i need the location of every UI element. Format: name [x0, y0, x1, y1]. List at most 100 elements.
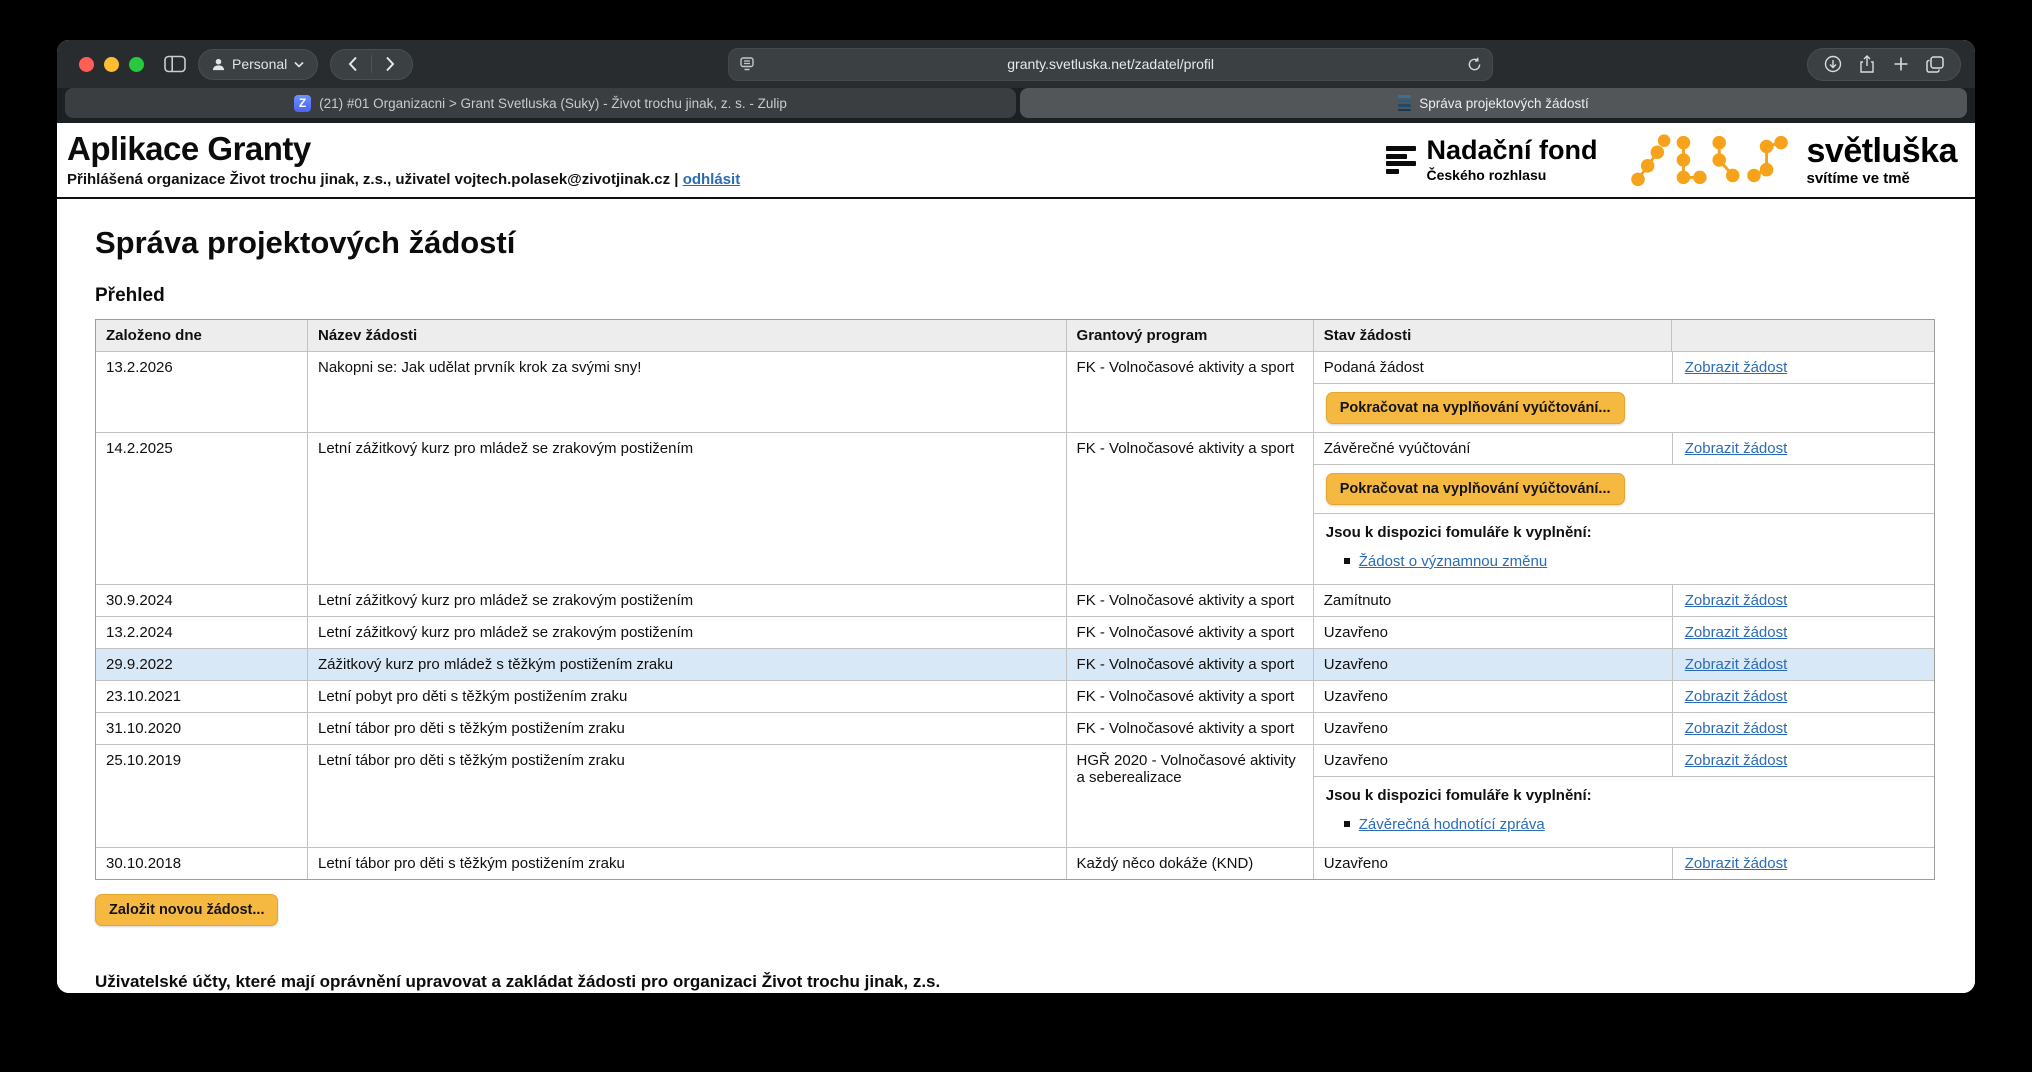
- list-favicon: [1398, 95, 1411, 111]
- form-link[interactable]: Žádost o významnou změnu: [1359, 553, 1547, 570]
- request-date: 25.10.2019: [96, 745, 307, 847]
- tab-overview-icon[interactable]: [1918, 50, 1952, 78]
- zoom-window-button[interactable]: [129, 57, 144, 72]
- request-date: 31.10.2020: [96, 713, 307, 744]
- request-date: 29.9.2022: [96, 649, 307, 680]
- view-request-link[interactable]: Zobrazit žádost: [1685, 688, 1788, 705]
- forms-available-label: Jsou k dispozici fomuláře k vyplnění:: [1326, 524, 1922, 541]
- view-request-cell: Zobrazit žádost: [1672, 617, 1934, 648]
- request-status: Uzavřeno: [1314, 617, 1672, 648]
- request-name: Letní zážitkový kurz pro mládež se zrako…: [307, 585, 1066, 616]
- request-status: Zamítnuto: [1314, 585, 1672, 616]
- address-bar[interactable]: granty.svetluska.net/zadatel/profil: [728, 48, 1493, 81]
- page-settings-icon[interactable]: [739, 57, 755, 71]
- overview-table-body: 13.2.2026Nakopni se: Jak udělat prvník k…: [96, 351, 1934, 879]
- available-forms-row: Jsou k dispozici fomuláře k vyplnění: Záv…: [1314, 776, 1934, 847]
- view-request-cell: Zobrazit žádost: [1672, 745, 1934, 776]
- table-row: 13.2.2024Letní zážitkový kurz pro mládež…: [96, 616, 1934, 648]
- form-link[interactable]: Závěrečná hodnotící zpráva: [1359, 816, 1545, 833]
- table-row: 14.2.2025Letní zážitkový kurz pro mládež…: [96, 432, 1934, 584]
- view-request-cell: Zobrazit žádost: [1672, 713, 1934, 744]
- tab-title: Správa projektových žádostí: [1419, 96, 1589, 111]
- table-row: 29.9.2022Zážitkový kurz pro mládež s těž…: [96, 648, 1934, 680]
- request-status-area: UzavřenoZobrazit žádost: [1313, 713, 1934, 744]
- column-header: Stav žádosti: [1313, 320, 1672, 351]
- request-status: Podaná žádost: [1314, 352, 1672, 383]
- status-line: UzavřenoZobrazit žádost: [1314, 681, 1934, 712]
- close-window-button[interactable]: [79, 57, 94, 72]
- request-status-area: UzavřenoZobrazit žádost: [1313, 681, 1934, 712]
- nadacni-fond-title: Nadační fond: [1426, 137, 1597, 164]
- view-request-link[interactable]: Zobrazit žádost: [1685, 440, 1788, 457]
- request-status: Uzavřeno: [1314, 745, 1672, 776]
- status-line: Uzavřeno Zobrazit žádost: [1314, 617, 1934, 648]
- logout-link[interactable]: odhlásit: [683, 171, 741, 188]
- svetluska-logo: světluška svítíme ve tmě: [1628, 131, 1958, 189]
- view-request-link[interactable]: Zobrazit žádost: [1685, 592, 1788, 609]
- profile-switcher[interactable]: Personal: [198, 49, 318, 80]
- back-button[interactable]: [337, 51, 369, 77]
- view-request-link[interactable]: Zobrazit žádost: [1685, 720, 1788, 737]
- tab-zulip[interactable]: Z (21) #01 Organizacni > Grant Svetluska…: [65, 88, 1016, 118]
- request-name: Zážitkový kurz pro mládež s těžkým posti…: [307, 649, 1066, 680]
- request-date: 14.2.2025: [96, 433, 307, 584]
- view-request-link[interactable]: Zobrazit žádost: [1685, 855, 1788, 872]
- request-name: Letní tábor pro děti s těžkým postižením…: [307, 848, 1066, 879]
- view-request-cell: Zobrazit žádost: [1672, 681, 1934, 712]
- status-line: Uzavřeno Zobrazit žádost: [1314, 649, 1934, 680]
- request-program: Každý něco dokáže (KND): [1066, 848, 1313, 879]
- browser-window: Personal granty.svetluska.net/zadatel/pr…: [57, 40, 1975, 993]
- minimize-window-button[interactable]: [104, 57, 119, 72]
- tab-sprava-zadosti[interactable]: Správa projektových žádostí: [1020, 88, 1967, 118]
- sidebar-icon[interactable]: [164, 55, 186, 73]
- request-status: Uzavřeno: [1314, 649, 1672, 680]
- forms-available-label: Jsou k dispozici fomuláře k vyplnění:: [1326, 787, 1922, 804]
- column-header: Název žádosti: [307, 320, 1066, 351]
- request-status: Závěrečné vyúčtování: [1314, 433, 1672, 464]
- accounts-heading: Uživatelské účty, které mají oprávnění u…: [95, 972, 1935, 992]
- new-request-button[interactable]: Založit novou žádost...: [95, 894, 278, 926]
- view-request-cell: Zobrazit žádost: [1672, 848, 1934, 879]
- downloads-icon[interactable]: [1816, 50, 1850, 78]
- nadacni-fond-logo: Nadační fond Českého rozhlasu: [1386, 137, 1597, 183]
- request-program: FK - Volnočasové aktivity a sport: [1066, 433, 1313, 584]
- svetluska-subtitle: svítíme ve tmě: [1807, 170, 1958, 187]
- nav-divider: [371, 55, 372, 73]
- request-status: Uzavřeno: [1314, 848, 1672, 879]
- table-row: 23.10.2021Letní pobyt pro děti s těžkým …: [96, 680, 1934, 712]
- continue-accounting-button[interactable]: Pokračovat na vyplňování vyúčtování...: [1326, 473, 1625, 505]
- new-tab-icon[interactable]: [1884, 50, 1918, 78]
- request-status-area: Uzavřeno Zobrazit žádost: [1313, 649, 1934, 680]
- app-header: Aplikace Granty Přihlášená organizace Ži…: [57, 123, 1975, 199]
- view-request-link[interactable]: Zobrazit žádost: [1685, 624, 1788, 641]
- request-program: FK - Volnočasové aktivity a sport: [1066, 681, 1313, 712]
- forward-button[interactable]: [374, 51, 406, 77]
- url-text: granty.svetluska.net/zadatel/profil: [755, 56, 1467, 72]
- overview-table: Založeno dne Název žádosti Grantový prog…: [95, 319, 1935, 880]
- request-status-area: Závěrečné vyúčtování Zobrazit žádost Pokra…: [1313, 433, 1934, 584]
- browser-toolbar: Personal granty.svetluska.net/zadatel/pr…: [57, 40, 1975, 88]
- request-name: Letní pobyt pro děti s těžkým postižením…: [307, 681, 1066, 712]
- share-icon[interactable]: [1850, 50, 1884, 78]
- continue-accounting-button[interactable]: Pokračovat na vyplňování vyúčtování...: [1326, 392, 1625, 424]
- window-controls: [79, 57, 144, 72]
- request-name: Letní zážitkový kurz pro mládež se zrako…: [307, 433, 1066, 584]
- table-row: 30.9.2024Letní zážitkový kurz pro mládež…: [96, 584, 1934, 616]
- column-header: Založeno dne: [96, 320, 307, 351]
- login-info-text: Přihlášená organizace Život trochu jinak…: [67, 171, 679, 188]
- toolbar-right-actions: [1807, 48, 1961, 81]
- table-row: 31.10.2020Letní tábor pro děti s těžkým …: [96, 712, 1934, 744]
- status-line: Uzavřeno Zobrazit žádost: [1314, 848, 1934, 879]
- page-title: Správa projektových žádostí: [95, 225, 1935, 261]
- table-row: 13.2.2026Nakopni se: Jak udělat prvník k…: [96, 351, 1934, 432]
- view-request-link[interactable]: Zobrazit žádost: [1685, 359, 1788, 376]
- view-request-link[interactable]: Zobrazit žádost: [1685, 752, 1788, 769]
- main-area: Správa projektových žádostí Přehled Zalo…: [57, 225, 1975, 993]
- table-row: 25.10.2019Letní tábor pro děti s těžkým …: [96, 744, 1934, 847]
- request-program: HGŘ 2020 - Volnočasové aktivity a sebere…: [1066, 745, 1313, 847]
- reload-icon[interactable]: [1467, 57, 1482, 72]
- svetluska-title: světluška: [1807, 134, 1958, 168]
- forms-list-item: Závěrečná hodnotící zpráva: [1344, 816, 1922, 833]
- view-request-link[interactable]: Zobrazit žádost: [1685, 656, 1788, 673]
- continue-row: Pokračovat na vyplňování vyúčtování...: [1314, 383, 1934, 432]
